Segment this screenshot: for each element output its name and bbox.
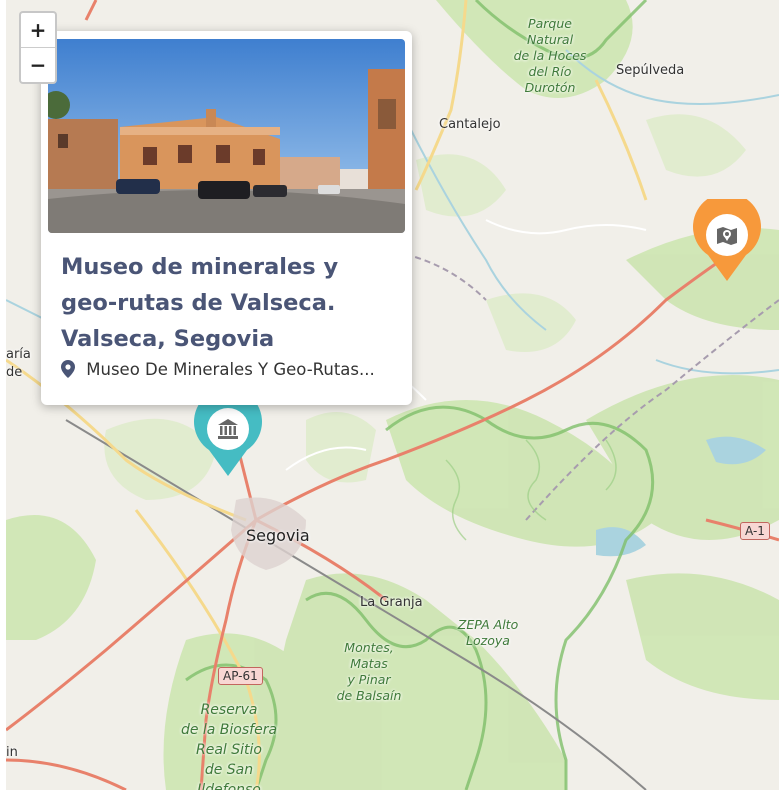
location-pin-icon	[61, 360, 86, 379]
label-zepa-lozoya: ZEPA Alto Lozoya	[457, 617, 519, 648]
museum-icon	[216, 417, 240, 446]
label-la-granja: La Granja	[360, 595, 423, 610]
place-address: Museo De Minerales Y Geo-Rutas...	[86, 360, 375, 379]
road-shield-ap61: AP-61	[218, 667, 263, 685]
label-sepulveda: Sepúlveda	[616, 63, 685, 78]
place-title: Museo de minerales y geo-rutas de Valsec…	[61, 254, 339, 352]
label-reserva-biosfera: Reserva de la Biosfera Real Sitio de San…	[180, 702, 278, 790]
label-segovia: Segovia	[246, 526, 310, 545]
zoom-in-button[interactable]: +	[21, 13, 55, 48]
road-shield-a1: A-1	[740, 522, 770, 540]
label-edge-left: aría de	[6, 347, 31, 380]
zoom-control: + −	[19, 11, 57, 84]
map-icon	[715, 223, 739, 252]
place-popup: Museo de minerales y geo-rutas de Valsec…	[41, 31, 412, 405]
geo-route-marker[interactable]	[692, 192, 762, 283]
label-cantalejo: Cantalejo	[439, 117, 501, 132]
place-address-row[interactable]: Museo De Minerales Y Geo-Rutas...	[61, 360, 396, 379]
label-edge-bottom: in	[6, 745, 18, 760]
zoom-out-button[interactable]: −	[21, 48, 55, 82]
label-montes-balsain: Montes, Matas y Pinar de Balsaín	[336, 640, 402, 703]
place-photo	[48, 39, 405, 233]
label-parque-duraton: Parque Natural de la Hoces del Río Durot…	[513, 16, 587, 95]
